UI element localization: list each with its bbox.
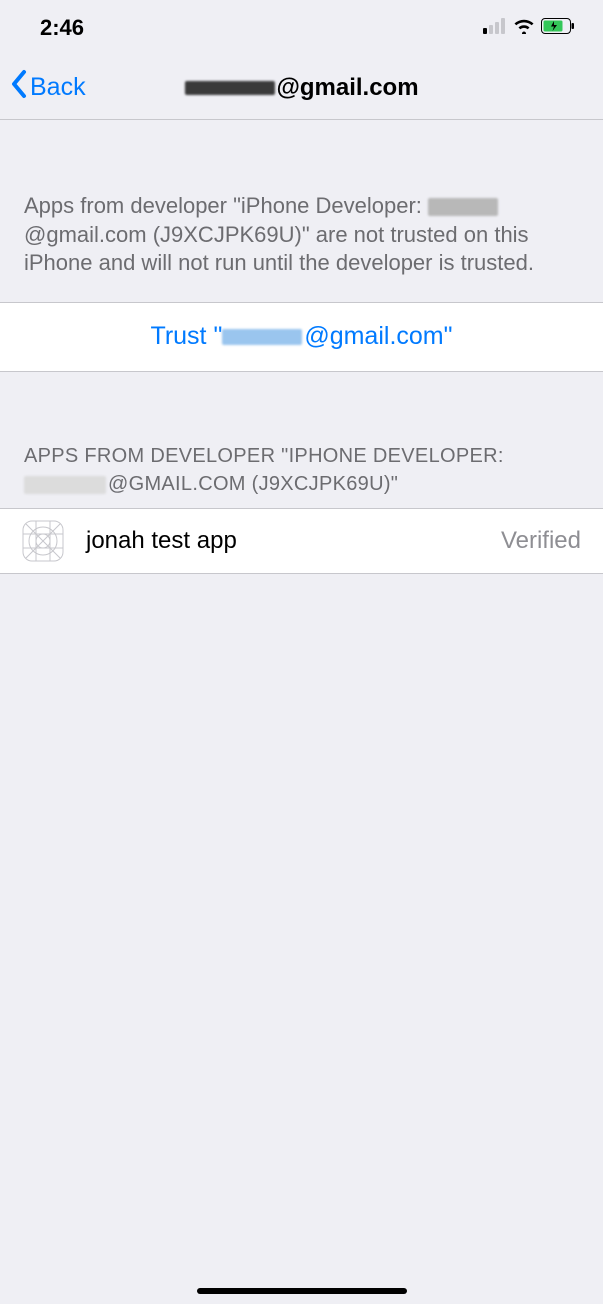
nav-bar: Back @gmail.com	[0, 56, 603, 120]
redacted-email-prefix	[184, 81, 274, 95]
status-bar: 2:46	[0, 0, 603, 56]
trust-info-text: Apps from developer "iPhone Developer: @…	[0, 120, 603, 302]
app-icon	[22, 520, 64, 562]
app-name: jonah test app	[86, 527, 501, 555]
battery-icon	[541, 18, 575, 39]
redacted-email-prefix	[24, 476, 106, 494]
back-label: Back	[30, 73, 86, 102]
back-button[interactable]: Back	[0, 69, 86, 106]
app-row[interactable]: jonah test app Verified	[0, 508, 603, 574]
home-indicator[interactable]	[197, 1288, 407, 1294]
app-status: Verified	[501, 527, 581, 555]
status-icons	[483, 18, 575, 39]
cellular-signal-icon	[483, 18, 507, 39]
chevron-left-icon	[10, 69, 28, 106]
trust-button[interactable]: Trust "@gmail.com"	[0, 302, 603, 372]
section-header: APPS FROM DEVELOPER "IPHONE DEVELOPER: @…	[0, 372, 603, 508]
status-time: 2:46	[40, 15, 84, 41]
nav-title: @gmail.com	[184, 74, 418, 102]
redacted-email-prefix	[428, 198, 498, 216]
wifi-icon	[513, 18, 535, 39]
redacted-email-prefix	[222, 329, 302, 345]
